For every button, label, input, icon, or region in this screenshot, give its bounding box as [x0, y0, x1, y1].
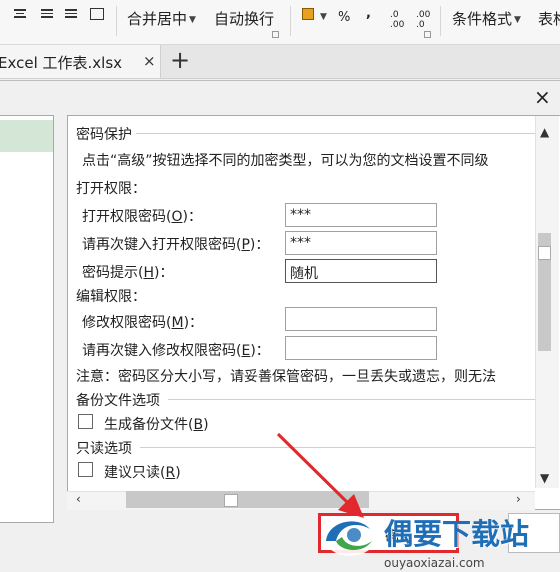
conditional-format-button[interactable]: 条件格式 ▼ — [452, 8, 521, 29]
document-tab-bar: Excel 工作表.xlsx × + — [0, 45, 560, 79]
edit-password-access-key: M — [171, 315, 184, 331]
chevron-down-icon[interactable]: ▼ — [514, 15, 521, 25]
password-hint-label-text: 密码提示( — [82, 265, 144, 281]
open-password-field[interactable]: *** — [285, 203, 437, 227]
open-password-label-text: 打开权限密码( — [82, 209, 172, 225]
open-password-label: 打开权限密码(O)： — [82, 209, 202, 225]
reenter-open-password-label: 请再次键入打开权限密码(P)： — [82, 237, 270, 253]
reenter-open-password-label-text: 请再次键入打开权限密码( — [82, 237, 242, 253]
merge-center-button[interactable]: 合并居中 ▼ — [127, 8, 196, 29]
align-right-icon[interactable] — [41, 7, 55, 21]
reenter-edit-password-field[interactable] — [285, 336, 437, 360]
distributed-align-icon[interactable] — [90, 8, 104, 20]
backup-options-heading: 备份文件选项 — [76, 393, 160, 409]
nav-item-security-selected[interactable] — [0, 120, 53, 152]
ribbon-separator — [116, 6, 117, 36]
password-protection-heading: 密码保护 — [76, 127, 132, 143]
dialog-launcher-icon[interactable] — [272, 31, 279, 38]
tab-excel-workbook[interactable]: Excel 工作表.xlsx × — [0, 45, 161, 78]
reenter-edit-password-access-key: E — [241, 343, 251, 359]
edit-password-label-text: 修改权限密码( — [82, 315, 172, 331]
thousands-separator-button[interactable]: , — [366, 6, 371, 21]
new-tab-icon[interactable]: + — [170, 46, 190, 74]
reenter-edit-password-label: 请再次键入修改权限密码(E)： — [82, 343, 270, 359]
watermark-title: 偶要下载站 — [384, 517, 530, 551]
ribbon-separator — [440, 6, 441, 36]
backup-access-key: B — [193, 417, 204, 433]
vertical-scroll-grip — [538, 246, 551, 260]
password-note-text: 注意：密码区分大小写，请妥善保管密码，一旦丢失或遗忘，则无法 — [76, 369, 496, 385]
document-encryption-dialog: × 密码保护 点击“高级”按钮选择不同的加密类型，可以为您的文档设置不同级 打开… — [0, 80, 560, 572]
edit-password-field[interactable] — [285, 307, 437, 331]
open-permission-heading: 打开权限： — [76, 181, 146, 197]
horizontal-scroll-grip — [224, 494, 238, 507]
percent-format-button[interactable]: % — [338, 10, 350, 25]
group-divider — [168, 399, 556, 400]
group-divider — [140, 447, 556, 448]
merge-center-label: 合并居中 — [127, 10, 188, 28]
watermark-url: ouyaoxiazai.com — [384, 556, 485, 570]
horizontal-scroll-thumb[interactable] — [126, 491, 369, 508]
reenter-open-password-field[interactable]: *** — [285, 231, 437, 255]
increase-decimal-icon[interactable]: .0.00 — [390, 10, 404, 30]
close-icon[interactable]: × — [534, 85, 551, 109]
password-hint-label: 密码提示(H)： — [82, 265, 174, 281]
password-hint-field[interactable]: 随机 — [285, 259, 437, 283]
scroll-right-icon[interactable]: › — [516, 492, 521, 506]
align-justify-icon[interactable] — [65, 7, 79, 21]
ribbon-toolbar: 合并居中▼ 自动换行 ▼ % , .0.00 .00.0 条件格式▼ 表格 — [0, 0, 560, 45]
ribbon-separator — [290, 6, 291, 36]
reenter-edit-password-label-text: 请再次键入修改权限密码( — [82, 343, 242, 359]
backup-checkbox[interactable] — [78, 414, 93, 429]
close-tab-icon[interactable]: × — [143, 52, 156, 70]
conditional-format-label: 条件格式 — [452, 10, 513, 28]
readonly-checkbox-label: 建议只读(R) — [104, 465, 181, 481]
backup-checkbox-label: 生成备份文件(B) — [104, 417, 209, 433]
open-password-access-key: O — [171, 209, 183, 225]
edit-password-label: 修改权限密码(M)： — [82, 315, 204, 331]
reenter-open-password-access-key: P — [241, 237, 250, 253]
options-nav-list — [0, 115, 54, 523]
table-style-button[interactable]: 表格 — [538, 8, 560, 29]
tab-title: Excel 工作表.xlsx — [0, 54, 123, 72]
readonly-access-key: R — [165, 465, 176, 481]
scroll-down-icon[interactable]: ▼ — [540, 471, 549, 485]
scroll-up-icon[interactable]: ▲ — [540, 125, 549, 139]
password-hint-access-key: H — [143, 265, 154, 281]
currency-format-icon[interactable] — [302, 8, 314, 20]
chevron-down-icon[interactable]: ▼ — [320, 12, 327, 22]
auto-wrap-button[interactable]: 自动换行 — [214, 8, 274, 29]
chevron-down-icon[interactable]: ▼ — [189, 15, 196, 25]
watermark-logo-icon — [324, 518, 376, 556]
security-options-panel: 密码保护 点击“高级”按钮选择不同的加密类型，可以为您的文档设置不同级 打开权限… — [67, 115, 560, 510]
edit-permission-heading: 编辑权限： — [76, 289, 146, 305]
readonly-options-heading: 只读选项 — [76, 441, 132, 457]
dialog-launcher-icon[interactable] — [424, 31, 431, 38]
align-center-icon[interactable] — [14, 7, 28, 21]
group-divider — [136, 133, 556, 134]
readonly-label-text: 建议只读( — [104, 465, 166, 481]
encryption-instruction-text: 点击“高级”按钮选择不同的加密类型，可以为您的文档设置不同级 — [82, 153, 489, 169]
decrease-decimal-icon[interactable]: .00.0 — [416, 10, 430, 30]
readonly-checkbox[interactable] — [78, 462, 93, 477]
scroll-left-icon[interactable]: ‹ — [76, 492, 81, 506]
backup-label-text: 生成备份文件( — [104, 417, 194, 433]
